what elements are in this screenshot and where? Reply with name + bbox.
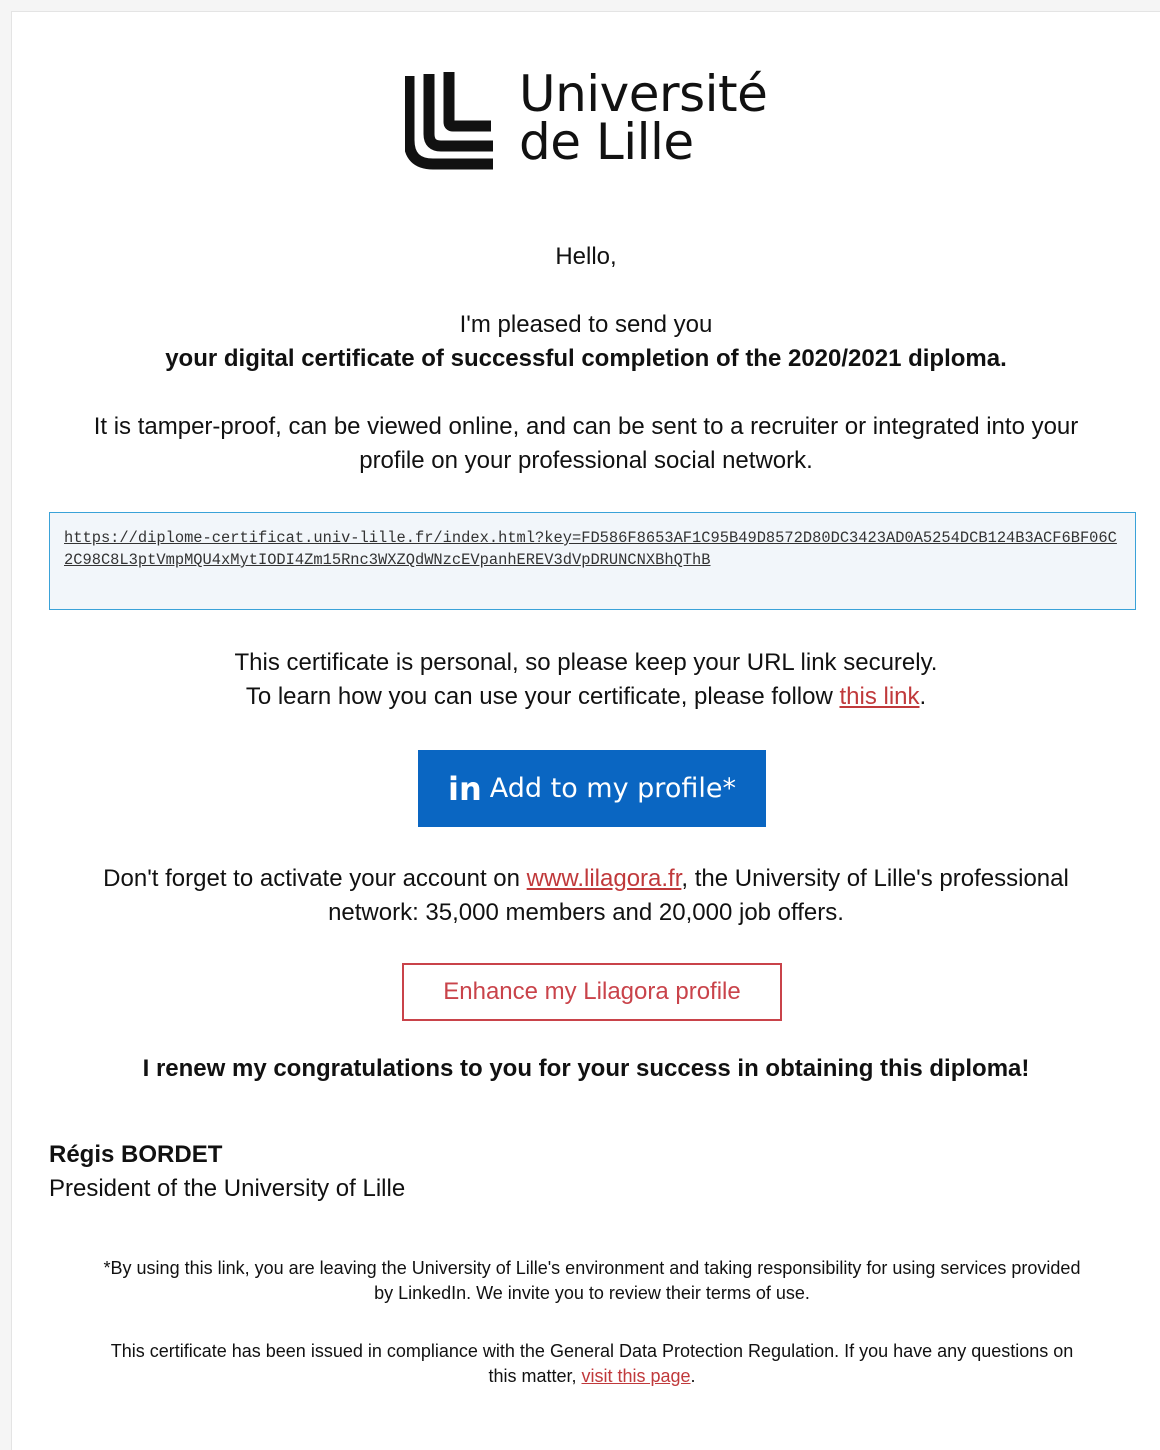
gdpr-note-line-1: This certificate has been issued in comp… — [110, 1341, 1074, 1361]
congratulations-text: I renew my congratulations to you for yo… — [142, 1055, 1030, 1082]
gdpr-info-link[interactable]: visit this page — [581, 1366, 690, 1386]
lilagora-website-link[interactable]: www.lilagora.fr — [527, 865, 682, 892]
personal-note-prefix: To learn how you can use your certificat… — [245, 683, 840, 710]
linkedin-disclaimer-line-1: *By using this link, you are leaving the… — [103, 1258, 1081, 1278]
signatory-title: President of the University of Lille — [49, 1175, 406, 1202]
gdpr-note-line-2: this matter, visit this page. — [52, 1364, 1132, 1389]
description-line-2: profile on your professional social netw… — [359, 447, 813, 474]
gdpr-note-suffix: . — [690, 1366, 696, 1386]
signatory-name: Régis BORDET — [49, 1141, 223, 1168]
intro-line-2: your digital certificate of successful c… — [165, 345, 1007, 372]
email-body: Université de Lille Hello, I'm pleased t… — [11, 11, 1160, 1450]
personal-note-line-1: This certificate is personal, so please … — [234, 649, 938, 676]
gdpr-note-prefix: this matter, — [488, 1366, 582, 1386]
intro-line-1: I'm pleased to send you — [459, 311, 713, 338]
usage-info-link[interactable]: this link — [839, 683, 919, 710]
lilagora-note-line-1: Don't forget to activate your account on… — [12, 862, 1160, 896]
logo-line-2: de Lille — [519, 113, 694, 171]
university-logo-text: Université de Lille — [519, 65, 768, 171]
logo-line-1: Université — [519, 65, 768, 123]
personal-note-line-2: To learn how you can use your certificat… — [12, 680, 1160, 714]
add-to-profile-label: Add to my profile* — [489, 773, 736, 804]
certificate-url-box: https://diplome-certificat.univ-lille.fr… — [49, 512, 1136, 610]
add-to-linkedin-profile-button[interactable]: in Add to my profile* — [418, 750, 766, 827]
personal-note-suffix: . — [919, 683, 927, 710]
greeting: Hello, — [555, 243, 617, 270]
lilagora-note-prefix: Don't forget to activate your account on — [103, 865, 527, 892]
lilagora-note-suffix: , the University of Lille's professional — [681, 865, 1069, 892]
description-line-1: It is tamper-proof, can be viewed online… — [93, 413, 1079, 440]
enhance-lilagora-profile-button[interactable]: Enhance my Lilagora profile — [402, 963, 782, 1021]
university-logo-mark-icon — [405, 72, 493, 170]
linkedin-disclaimer-line-2: by LinkedIn. We invite you to review the… — [374, 1283, 810, 1303]
university-logo: Université de Lille — [405, 68, 805, 188]
linkedin-icon: in — [448, 769, 482, 808]
lilagora-note-line-2: network: 35,000 members and 20,000 job o… — [328, 899, 844, 926]
certificate-url-link[interactable]: https://diplome-certificat.univ-lille.fr… — [64, 529, 1117, 569]
